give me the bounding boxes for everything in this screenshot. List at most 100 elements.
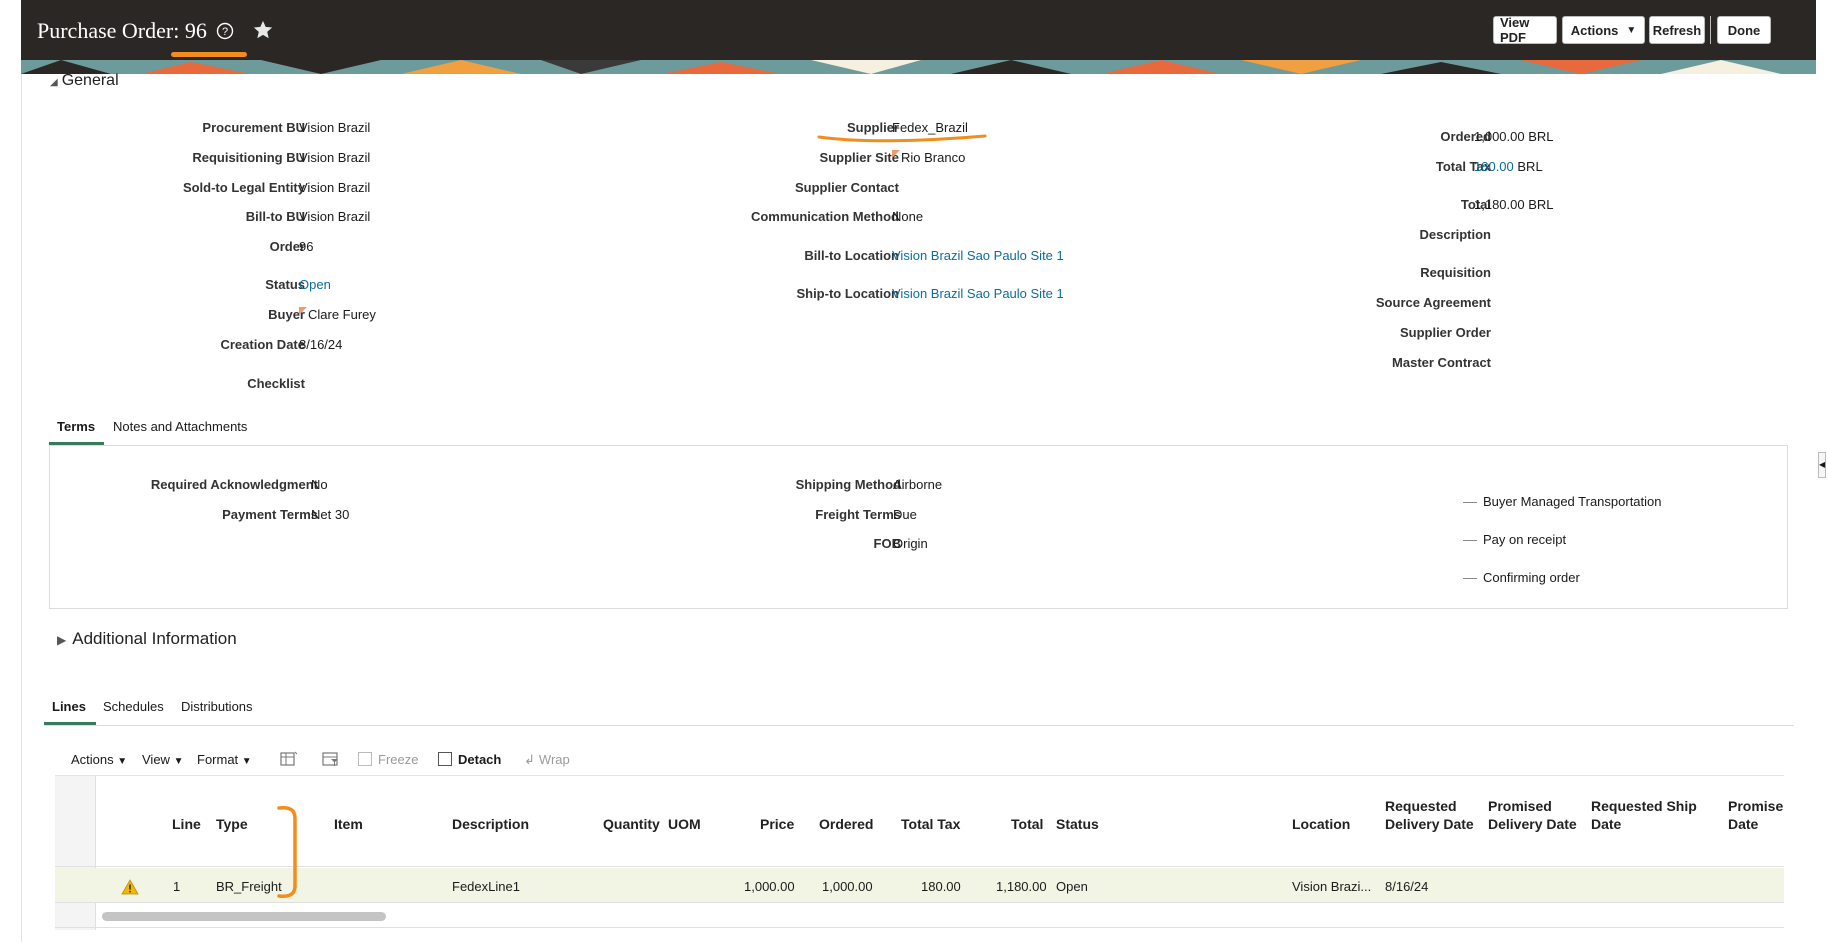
shipping-method-value: Airborne xyxy=(893,477,943,492)
column-header-type[interactable]: Type xyxy=(216,815,248,833)
column-header-promise-date[interactable]: Promise Date xyxy=(1728,797,1784,833)
status-link[interactable]: Open xyxy=(299,277,331,292)
tab-distributions[interactable]: Distributions xyxy=(181,699,253,714)
format-menu[interactable]: Format ▼ xyxy=(197,752,252,767)
supplier-site-name: Rio Branco xyxy=(901,150,966,165)
content-area: ◢ General Procurement BU Vision Brazil Re… xyxy=(21,72,1817,942)
dropdown-arrow-icon: ▼ xyxy=(1626,24,1637,36)
column-header-promised-delivery-date[interactable]: Promised Delivery Date xyxy=(1488,797,1577,833)
dropdown-arrow-icon: ▼ xyxy=(117,756,128,767)
buyer-managed-transportation-check: Buyer Managed Transportation xyxy=(1463,494,1662,509)
column-header-status[interactable]: Status xyxy=(1056,815,1099,833)
field-label: Supplier Site xyxy=(819,150,899,165)
row-header-column xyxy=(55,776,96,930)
column-header-total[interactable]: Total xyxy=(1011,815,1043,833)
svg-text:?: ? xyxy=(222,26,228,38)
ship-to-location-link[interactable]: Vision Brazil Sao Paulo Site 1 xyxy=(892,286,1064,301)
field-label: Bill-to BU xyxy=(245,209,305,224)
cell-requested-delivery-date: 8/16/24 xyxy=(1385,879,1429,894)
actions-menu[interactable]: Actions ▼ xyxy=(71,752,127,767)
annotation-underline xyxy=(171,52,247,57)
freeze-icon xyxy=(358,752,372,766)
table-row[interactable] xyxy=(55,868,1784,903)
collapse-triangle-icon: ◢ xyxy=(50,77,58,88)
field-label: Shipping Method xyxy=(795,477,901,492)
annotation-underline xyxy=(817,134,987,143)
unchecked-dash-icon xyxy=(1463,502,1477,504)
cell-location-link[interactable]: Vision Brazi... xyxy=(1292,879,1371,894)
tab-notes-and-attachments[interactable]: Notes and Attachments xyxy=(113,419,247,434)
supplier-site-value[interactable]: Rio Branco xyxy=(892,150,965,165)
warning-icon xyxy=(121,879,139,895)
buyer-value[interactable]: Clare Furey xyxy=(299,307,376,322)
filter-table-icon[interactable] xyxy=(322,751,340,767)
field-label: Communication Method xyxy=(750,209,899,224)
question-circle-icon[interactable]: ? xyxy=(216,22,234,40)
cell-line: 1 xyxy=(173,879,181,894)
payment-terms-value: Net 30 xyxy=(311,507,350,522)
column-header-quantity[interactable]: Quantity xyxy=(603,815,660,833)
page-header: Purchase Order: 96 ? View PDF Actions ▼ … xyxy=(21,0,1816,74)
column-header-requested-ship-date[interactable]: Requested Ship Date xyxy=(1591,797,1697,833)
tab-schedules[interactable]: Schedules xyxy=(103,699,164,714)
wrap-button[interactable]: ↲ Wrap xyxy=(524,752,570,768)
column-header-description[interactable]: Description xyxy=(452,815,529,833)
column-header-uom[interactable]: UOM xyxy=(668,815,701,833)
cell-total-tax-link[interactable]: 180.00 xyxy=(921,879,961,894)
view-menu[interactable]: View ▼ xyxy=(142,752,183,767)
table-bottom-border xyxy=(55,927,1784,928)
field-label: Source Agreement xyxy=(1375,295,1491,310)
dropdown-arrow-icon: ▼ xyxy=(173,756,184,767)
bill-to-bu-value: Vision Brazil xyxy=(299,209,371,224)
column-header-price[interactable]: Price xyxy=(760,815,794,833)
total-value: 1,180.00 BRL xyxy=(1474,197,1554,212)
column-header-line[interactable]: Line xyxy=(172,815,201,833)
field-label: Ship-to Location xyxy=(796,286,899,301)
field-label: Payment Terms xyxy=(222,507,318,522)
communication-method-value: None xyxy=(892,209,924,224)
unchecked-dash-icon xyxy=(1463,540,1477,542)
field-label: Sold-to Legal Entity xyxy=(182,180,305,195)
field-label: Procurement BU xyxy=(202,120,305,135)
creation-date-value: 8/16/24 xyxy=(299,337,343,352)
expand-triangle-icon: ▶ xyxy=(57,633,67,647)
total-tax-link[interactable]: 180.00 xyxy=(1474,159,1514,174)
confirming-order-check: Confirming order xyxy=(1463,570,1580,585)
header-divider xyxy=(55,866,1784,867)
field-label: Creation Date xyxy=(220,337,305,352)
freeze-button[interactable]: Freeze xyxy=(358,752,418,767)
detach-icon xyxy=(438,752,452,766)
ordered-value: 1,000.00 BRL xyxy=(1474,129,1554,144)
panel-splitter-handle[interactable]: ◀ xyxy=(1818,452,1826,478)
column-header-location[interactable]: Location xyxy=(1292,815,1350,833)
bill-to-location-link[interactable]: Vision Brazil Sao Paulo Site 1 xyxy=(892,248,1064,263)
columns-icon[interactable] xyxy=(280,751,298,767)
field-label: Supplier Order xyxy=(1399,325,1491,340)
sold-to-legal-entity-value: Vision Brazil xyxy=(299,180,371,195)
column-header-requested-delivery-date[interactable]: Requested Delivery Date xyxy=(1385,797,1474,833)
page-title: Purchase Order: 96 ? xyxy=(37,18,274,44)
view-pdf-button[interactable]: View PDF xyxy=(1493,15,1557,45)
additional-information-toggle[interactable]: ▶ Additional Information xyxy=(57,629,237,649)
done-button[interactable]: Done xyxy=(1717,16,1771,44)
column-header-total-tax[interactable]: Total Tax xyxy=(901,815,960,833)
general-section-toggle[interactable]: ◢ General xyxy=(50,72,119,90)
tab-terms[interactable]: Terms xyxy=(57,419,95,434)
detach-button[interactable]: Detach xyxy=(438,752,501,767)
actions-menu-button[interactable]: Actions ▼ xyxy=(1562,16,1645,44)
tab-divider xyxy=(44,725,1794,726)
dropdown-arrow-icon: ▼ xyxy=(241,756,252,767)
column-header-item[interactable]: Item xyxy=(334,815,363,833)
star-icon[interactable] xyxy=(252,19,274,41)
pay-on-receipt-check: Pay on receipt xyxy=(1463,532,1566,547)
refresh-button[interactable]: Refresh xyxy=(1649,16,1705,44)
horizontal-scrollbar[interactable] xyxy=(102,912,386,921)
flag-icon xyxy=(892,150,900,158)
tab-lines[interactable]: Lines xyxy=(52,699,86,714)
annotation-bracket xyxy=(277,805,297,899)
fob-value: Origin xyxy=(893,536,928,551)
unchecked-dash-icon xyxy=(1463,578,1477,580)
field-label: Requisition xyxy=(1420,265,1491,280)
field-label: Description xyxy=(1419,227,1491,242)
column-header-ordered[interactable]: Ordered xyxy=(819,815,873,833)
